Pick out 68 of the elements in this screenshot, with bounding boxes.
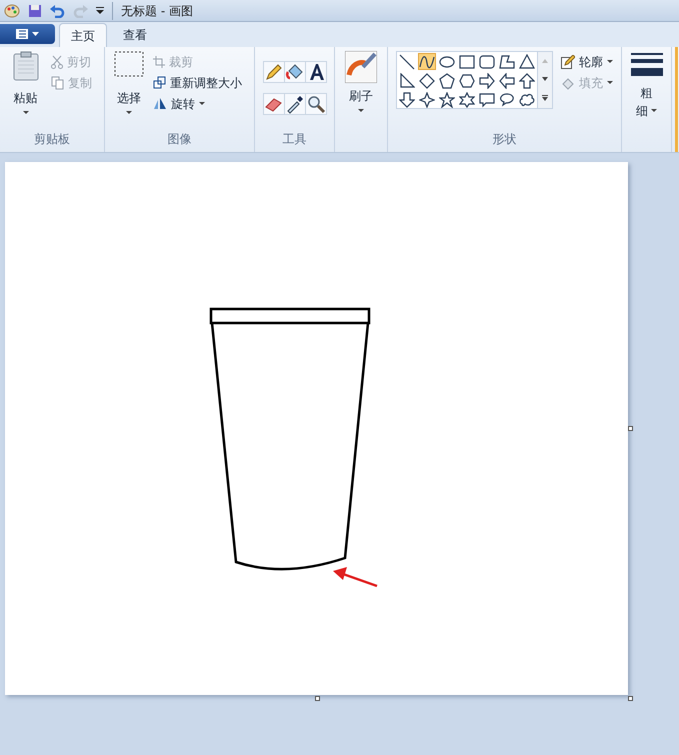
pencil-icon <box>561 54 575 68</box>
selection-icon <box>114 51 144 77</box>
group-label: 形状 <box>492 131 516 148</box>
gallery-scrollbar[interactable] <box>537 52 552 108</box>
shape-option[interactable] <box>458 53 476 70</box>
crop-icon <box>153 56 165 68</box>
shape-option[interactable] <box>498 53 516 70</box>
group-label: 剪贴板 <box>34 131 70 148</box>
app-menu-button[interactable] <box>0 24 55 44</box>
caret-icon <box>607 60 613 64</box>
ribbon-command[interactable]: 旋转 <box>149 93 199 114</box>
palette-icon[interactable] <box>4 2 20 18</box>
shape-option[interactable] <box>478 72 496 89</box>
shape-option[interactable] <box>478 91 496 108</box>
ribbon-command[interactable]: 重新调整大小 <box>149 72 246 93</box>
caret-icon <box>126 111 132 115</box>
paste-button[interactable]: 粘贴 <box>8 51 43 130</box>
ribbon-tab[interactable]: 查看 <box>111 23 159 47</box>
shape-option[interactable] <box>458 72 476 89</box>
line-thickness-icon <box>630 53 662 79</box>
size-button[interactable]: 粗 细 <box>630 53 662 120</box>
rotate-icon <box>153 97 167 110</box>
ribbon-tab[interactable]: 主页 <box>59 23 107 47</box>
pencil-icon[interactable] <box>264 62 284 82</box>
resize-handle[interactable] <box>628 696 633 701</box>
menu-icon <box>16 29 28 39</box>
ribbon-command[interactable]: 轮廓 <box>557 51 607 72</box>
shape-option[interactable] <box>398 72 416 89</box>
shape-option[interactable] <box>458 91 476 108</box>
scroll-down-icon[interactable] <box>542 77 548 81</box>
eyedropper-icon[interactable] <box>285 94 305 114</box>
shape-option[interactable] <box>398 53 416 70</box>
caret-icon <box>607 80 613 84</box>
caret-icon <box>651 109 657 113</box>
brush-icon <box>345 51 377 83</box>
window-title: 无标题 - 画图 <box>112 2 193 20</box>
clipboard-icon <box>12 51 38 81</box>
copy-icon <box>51 76 64 90</box>
shape-option[interactable] <box>518 72 536 89</box>
dropdown-icon[interactable] <box>96 7 104 14</box>
select-button[interactable]: 选择 <box>113 51 145 130</box>
resize-handle[interactable] <box>315 696 320 701</box>
caret-icon <box>32 32 39 36</box>
save-icon[interactable] <box>28 4 42 18</box>
group-label: 工具 <box>282 131 306 148</box>
shape-option[interactable] <box>418 53 436 70</box>
shape-option[interactable] <box>438 91 456 108</box>
shape-option[interactable] <box>438 72 456 89</box>
magnifier-icon[interactable] <box>306 94 326 114</box>
group-label: 图像 <box>168 131 192 148</box>
shape-option[interactable] <box>418 91 436 108</box>
brushes-button[interactable]: 刷子 <box>343 51 379 130</box>
resize-handle[interactable] <box>628 426 633 431</box>
shape-option[interactable] <box>518 91 536 108</box>
shape-option[interactable] <box>478 53 496 70</box>
shape-option[interactable] <box>498 72 516 89</box>
shape-option[interactable] <box>498 91 516 108</box>
arrow <box>333 567 378 588</box>
shape-option[interactable] <box>418 72 436 89</box>
expand-icon[interactable] <box>542 95 548 101</box>
shape-option[interactable] <box>398 91 416 108</box>
shape-option[interactable] <box>518 53 536 70</box>
caret-icon <box>22 111 28 115</box>
undo-icon[interactable] <box>50 4 65 18</box>
resize-icon <box>153 76 166 89</box>
caret-icon <box>358 109 364 113</box>
scissors-icon <box>51 54 63 68</box>
caret-icon <box>199 102 205 106</box>
